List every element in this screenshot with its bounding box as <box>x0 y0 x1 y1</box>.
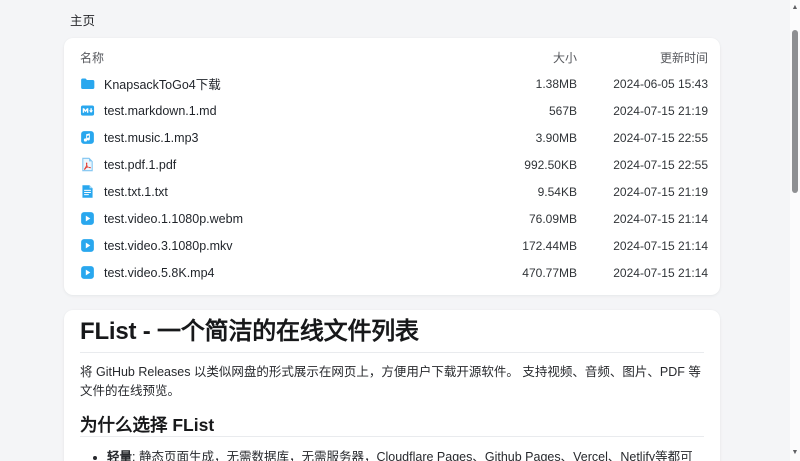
file-size: 76.09MB <box>467 212 577 226</box>
video-file-icon <box>80 211 95 226</box>
column-header-size: 大小 <box>467 49 577 66</box>
file-modified: 2024-06-05 15:43 <box>577 77 708 91</box>
text-file-icon <box>80 184 95 199</box>
feature-term: 轻量 <box>107 450 132 461</box>
readme-intro: 将 GitHub Releases 以类似网盘的形式展示在网页上，方便用户下载开… <box>80 363 704 401</box>
file-name: test.pdf.1.pdf <box>104 158 176 172</box>
file-size: 1.38MB <box>467 77 577 91</box>
file-size: 567B <box>467 104 577 118</box>
file-modified: 2024-07-15 21:14 <box>577 239 708 253</box>
music-file-icon <box>80 130 95 145</box>
file-list-card: 名称 大小 更新时间 KnapsackToGo4下载 1.38MB 2024-0… <box>64 38 720 295</box>
folder-icon <box>80 76 95 91</box>
file-modified: 2024-07-15 21:14 <box>577 266 708 280</box>
pdf-file-icon <box>80 157 95 172</box>
file-size: 3.90MB <box>467 131 577 145</box>
file-modified: 2024-07-15 22:55 <box>577 131 708 145</box>
file-table-header: 名称 大小 更新时间 <box>64 44 720 70</box>
readme-title: FList - 一个简洁的在线文件列表 <box>80 310 704 353</box>
readme-why-heading: 为什么选择 FList <box>80 414 704 437</box>
file-row-text[interactable]: test.txt.1.txt 9.54KB 2024-07-15 21:19 <box>64 178 720 205</box>
file-row-pdf[interactable]: test.pdf.1.pdf 992.50KB 2024-07-15 22:55 <box>64 151 720 178</box>
file-row-folder[interactable]: KnapsackToGo4下载 1.38MB 2024-06-05 15:43 <box>64 70 720 97</box>
vertical-scrollbar[interactable]: ▲ ▼ <box>790 0 800 461</box>
file-row-video-5[interactable]: test.video.5.8K.mp4 470.77MB 2024-07-15 … <box>64 259 720 286</box>
file-name: test.video.5.8K.mp4 <box>104 266 214 280</box>
readme-feature-item: 轻量: 静态页面生成，无需数据库，无需服务器，Cloudflare Pages、… <box>107 447 704 461</box>
file-row-video-3[interactable]: test.video.3.1080p.mkv 172.44MB 2024-07-… <box>64 232 720 259</box>
scroll-down-icon[interactable]: ▼ <box>790 448 800 458</box>
file-modified: 2024-07-15 21:19 <box>577 104 708 118</box>
readme-card: FList - 一个简洁的在线文件列表 将 GitHub Releases 以类… <box>64 310 720 461</box>
file-row-video-1[interactable]: test.video.1.1080p.webm 76.09MB 2024-07-… <box>64 205 720 232</box>
scroll-up-icon[interactable]: ▲ <box>790 3 800 13</box>
file-modified: 2024-07-15 21:14 <box>577 212 708 226</box>
file-name: test.music.1.mp3 <box>104 131 198 145</box>
file-size: 470.77MB <box>467 266 577 280</box>
readme-feature-list: 轻量: 静态页面生成，无需数据库，无需服务器，Cloudflare Pages、… <box>80 447 704 461</box>
page: 主页 名称 大小 更新时间 KnapsackToGo4下载 1.38MB 202… <box>0 0 800 461</box>
video-file-icon <box>80 238 95 253</box>
feature-text: : 静态页面生成，无需数据库，无需服务器，Cloudflare Pages、Gi… <box>107 450 693 461</box>
file-name: test.video.1.1080p.webm <box>104 212 243 226</box>
file-name: KnapsackToGo4下载 <box>104 74 221 93</box>
markdown-file-icon <box>80 103 95 118</box>
file-size: 172.44MB <box>467 239 577 253</box>
file-modified: 2024-07-15 21:19 <box>577 185 708 199</box>
file-row-music[interactable]: test.music.1.mp3 3.90MB 2024-07-15 22:55 <box>64 124 720 151</box>
file-name: test.markdown.1.md <box>104 104 217 118</box>
column-header-modified: 更新时间 <box>577 49 708 66</box>
file-row-markdown[interactable]: test.markdown.1.md 567B 2024-07-15 21:19 <box>64 97 720 124</box>
file-name: test.video.3.1080p.mkv <box>104 239 233 253</box>
video-file-icon <box>80 265 95 280</box>
file-size: 9.54KB <box>467 185 577 199</box>
file-name: test.txt.1.txt <box>104 185 168 199</box>
file-modified: 2024-07-15 22:55 <box>577 158 708 172</box>
column-header-name: 名称 <box>80 49 467 66</box>
scrollbar-thumb[interactable] <box>792 30 798 193</box>
file-size: 992.50KB <box>467 158 577 172</box>
breadcrumb-home[interactable]: 主页 <box>70 10 95 29</box>
